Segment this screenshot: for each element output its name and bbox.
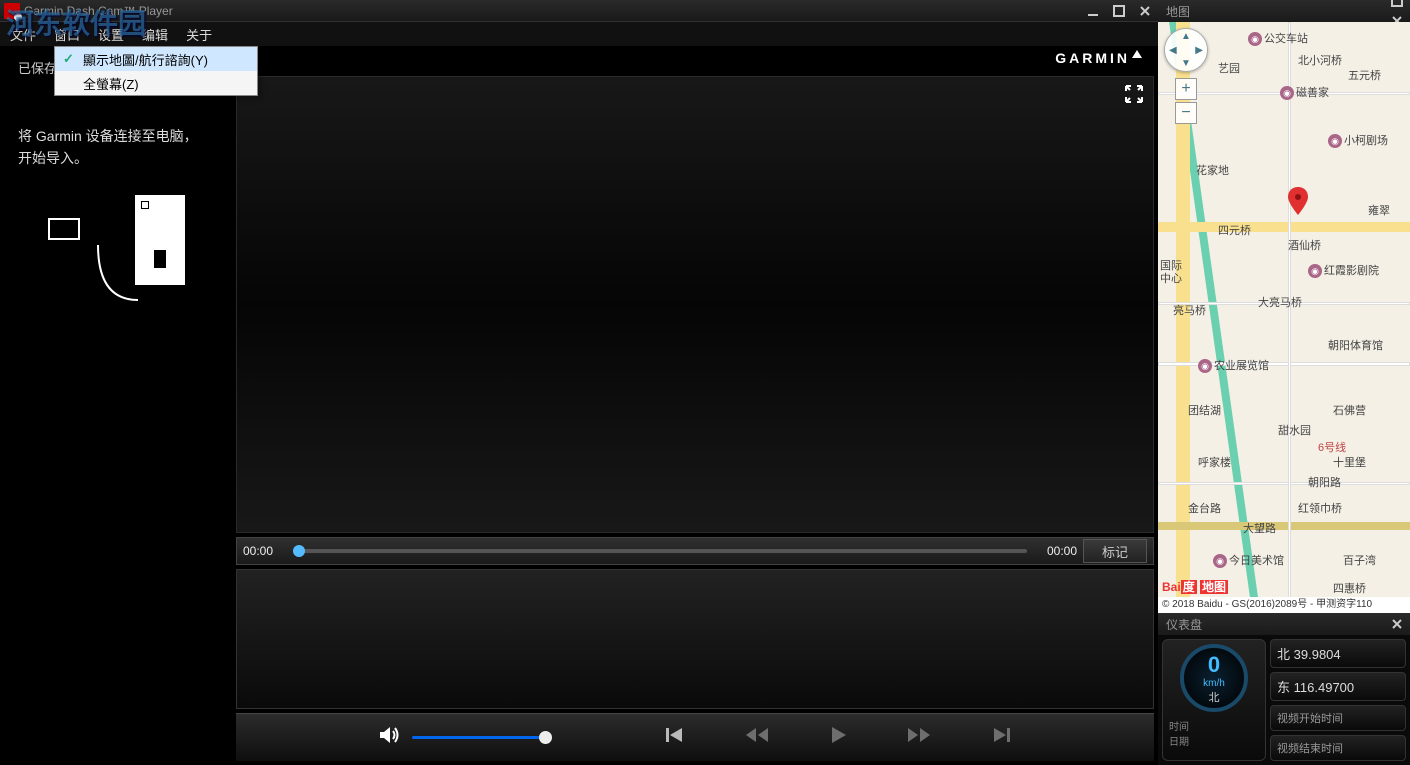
menu-file[interactable]: 文件 bbox=[10, 25, 36, 44]
camera-icon bbox=[48, 218, 80, 240]
speed-value: 0 bbox=[1208, 652, 1220, 678]
menu-edit[interactable]: 编辑 bbox=[142, 25, 168, 44]
sidebar: 已保存 将 Garmin 设备连接至电脑， 开始导入。 bbox=[0, 46, 232, 765]
poi: ◉小柯剧场 bbox=[1328, 132, 1388, 148]
window-dropdown: ✓ 顯示地圖/航行諮詢(Y) 全螢幕(Z) bbox=[54, 46, 258, 96]
volume-icon[interactable] bbox=[376, 722, 402, 753]
volume-slider[interactable] bbox=[412, 736, 552, 739]
map-canvas[interactable]: ◉公交车站 艺园 北小河桥 五元桥 ◉磁善家 ◉小柯剧场 花家地 四元桥 酒仙桥… bbox=[1158, 22, 1410, 613]
map-maximize-button[interactable] bbox=[1384, 0, 1410, 11]
dashboard-close-button[interactable] bbox=[1384, 614, 1410, 634]
prev-track-button[interactable] bbox=[662, 723, 686, 752]
poi: ◉红霞影剧院 bbox=[1308, 262, 1379, 278]
poi: ◉磁善家 bbox=[1280, 84, 1329, 100]
forward-button[interactable] bbox=[906, 723, 934, 752]
poi: ◉农业展览馆 bbox=[1198, 357, 1269, 373]
poi: 百子湾 bbox=[1343, 552, 1376, 568]
poi: 艺园 bbox=[1218, 60, 1240, 76]
poi: 四惠桥 bbox=[1333, 580, 1366, 596]
time-label: 时间 bbox=[1169, 718, 1189, 733]
poi: 五元桥 bbox=[1348, 67, 1381, 83]
minimize-button[interactable] bbox=[1080, 1, 1106, 21]
controls-bar bbox=[236, 713, 1154, 761]
speed-gauge: 0 km/h 北 bbox=[1180, 644, 1248, 712]
next-track-button[interactable] bbox=[990, 723, 1014, 752]
latitude-row: 北 39.9804 bbox=[1270, 639, 1406, 668]
poi: 团结湖 bbox=[1188, 402, 1221, 418]
poi: ◉公交车站 bbox=[1248, 30, 1308, 46]
speed-unit: km/h bbox=[1203, 678, 1225, 689]
garmin-logo: GARMIN bbox=[1055, 50, 1142, 66]
time-end: 00:00 bbox=[1035, 544, 1077, 558]
timeline: 00:00 00:00 标记 bbox=[236, 537, 1154, 565]
play-button[interactable] bbox=[826, 723, 850, 752]
marker-button[interactable]: 标记 bbox=[1083, 539, 1147, 563]
poi: 大望路 bbox=[1243, 520, 1276, 536]
poi: 石佛营 bbox=[1333, 402, 1366, 418]
map-window: 地图 ◉公交车站 艺园 北小河桥 五元桥 ◉磁善家 ◉小柯剧场 花家地 四元桥 … bbox=[1158, 0, 1410, 613]
video-canvas[interactable] bbox=[236, 76, 1154, 533]
poi: 朝阳体育馆 bbox=[1328, 337, 1383, 353]
maximize-button[interactable] bbox=[1106, 1, 1132, 21]
longitude-row: 东 116.49700 bbox=[1270, 672, 1406, 701]
video-area: GARMIN 00:00 00:00 标记 bbox=[232, 46, 1158, 765]
dashboard-title-bar: 仪表盘 bbox=[1158, 613, 1410, 635]
map-attribution: © 2018 Baidu - GS(2016)2089号 - 甲测资字110 bbox=[1158, 597, 1410, 613]
poi: 大亮马桥 bbox=[1258, 294, 1302, 310]
poi: 6号线 bbox=[1318, 439, 1346, 455]
speed-gauge-box: 0 km/h 北 时间 日期 bbox=[1162, 639, 1266, 761]
close-button[interactable] bbox=[1132, 1, 1158, 21]
pc-icon bbox=[135, 195, 185, 285]
poi: ◉今日美术馆 bbox=[1213, 552, 1284, 568]
poi: 红领巾桥 bbox=[1298, 500, 1342, 516]
zoom-in-button[interactable]: + bbox=[1175, 78, 1197, 100]
poi: 朝阳路 bbox=[1308, 474, 1341, 490]
rewind-button[interactable] bbox=[742, 723, 770, 752]
date-label: 日期 bbox=[1169, 733, 1189, 748]
poi: 北小河桥 bbox=[1298, 52, 1342, 68]
poi: 十里堡 bbox=[1333, 454, 1366, 470]
device-graphic bbox=[18, 190, 214, 310]
thumbnail-strip[interactable] bbox=[236, 569, 1154, 709]
baidu-logo: Bai度 地图 bbox=[1162, 578, 1228, 595]
poi: 中心 bbox=[1160, 270, 1182, 286]
fullscreen-icon[interactable] bbox=[1124, 84, 1144, 109]
poi: 甜水园 bbox=[1278, 422, 1311, 438]
dropdown-fullscreen-label: 全螢幕(Z) bbox=[83, 74, 139, 93]
poi: 亮马桥 bbox=[1173, 302, 1206, 318]
poi: 四元桥 bbox=[1218, 222, 1251, 238]
app-icon bbox=[4, 3, 20, 19]
poi: 金台路 bbox=[1188, 500, 1221, 516]
video-end-row: 视频结束时间 bbox=[1270, 735, 1406, 761]
seek-slider[interactable] bbox=[293, 549, 1027, 553]
dashboard-title: 仪表盘 bbox=[1166, 616, 1202, 633]
menu-window[interactable]: 窗口 bbox=[54, 25, 80, 44]
map-title: 地图 bbox=[1166, 3, 1190, 20]
compass-icon[interactable]: ▲▼ ▶◀ bbox=[1164, 28, 1208, 72]
menu-bar: 文件 窗口 设置 编辑 关于 bbox=[0, 22, 1158, 46]
menu-settings[interactable]: 设置 bbox=[98, 25, 124, 44]
map-controls: ▲▼ ▶◀ + − bbox=[1164, 28, 1208, 126]
poi: 雍翠 bbox=[1368, 202, 1390, 218]
main-title-bar: Garmin Dash Cam™ Player bbox=[0, 0, 1158, 22]
app-title: Garmin Dash Cam™ Player bbox=[24, 4, 1080, 18]
dropdown-show-map[interactable]: ✓ 顯示地圖/航行諮詢(Y) bbox=[55, 47, 257, 71]
poi: 呼家楼 bbox=[1198, 454, 1231, 470]
location-pin-icon bbox=[1288, 187, 1308, 215]
video-start-row: 视频开始时间 bbox=[1270, 705, 1406, 731]
seek-thumb[interactable] bbox=[293, 545, 305, 557]
direction-label: 北 bbox=[1209, 689, 1220, 705]
menu-about[interactable]: 关于 bbox=[186, 25, 212, 44]
poi: 酒仙桥 bbox=[1288, 237, 1321, 253]
dropdown-fullscreen[interactable]: 全螢幕(Z) bbox=[55, 71, 257, 95]
import-instruction: 将 Garmin 设备连接至电脑， 开始导入。 bbox=[18, 125, 214, 170]
dashboard-panel: 仪表盘 0 km/h 北 时间 日期 北 39.9804 东 116.49700… bbox=[1158, 613, 1410, 765]
volume-control bbox=[376, 722, 552, 753]
zoom-out-button[interactable]: − bbox=[1175, 102, 1197, 124]
dropdown-show-map-label: 顯示地圖/航行諮詢(Y) bbox=[83, 50, 208, 69]
map-title-bar: 地图 bbox=[1158, 0, 1410, 22]
time-start: 00:00 bbox=[243, 544, 285, 558]
poi: 花家地 bbox=[1196, 162, 1229, 178]
check-icon: ✓ bbox=[63, 51, 74, 67]
